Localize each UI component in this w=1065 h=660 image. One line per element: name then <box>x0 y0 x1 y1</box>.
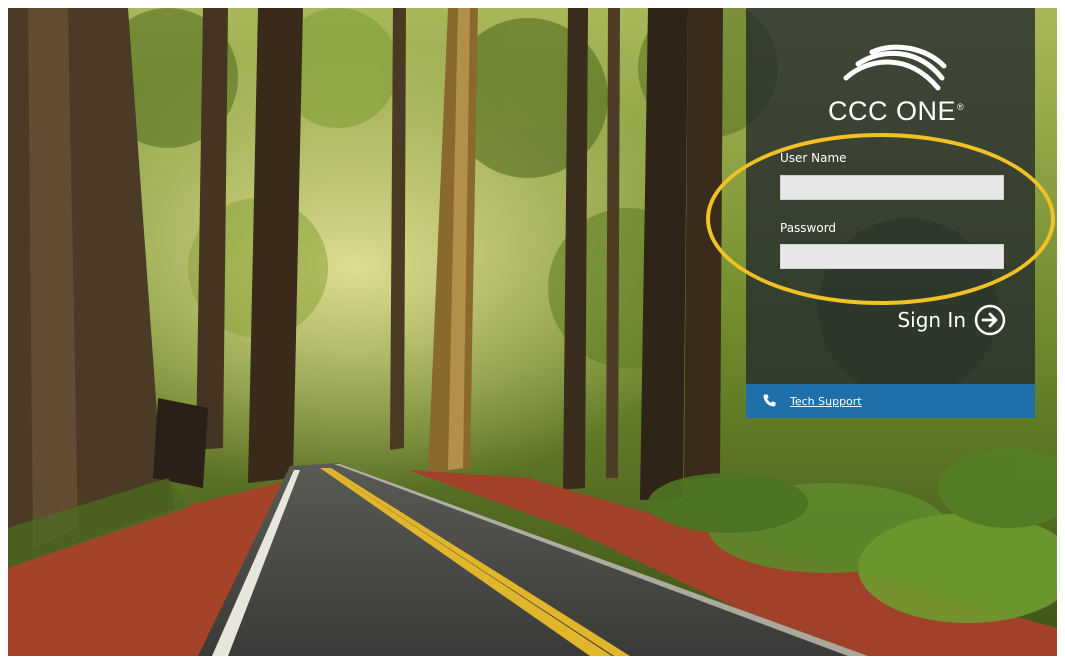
tech-support-bar[interactable]: Tech Support <box>746 384 1035 418</box>
sign-in-label: Sign In <box>897 308 966 332</box>
circled-arrow-right-icon <box>974 304 1006 336</box>
login-screen: CCC ONE® User Name Password Sign In Tech… <box>8 8 1057 656</box>
username-input[interactable] <box>780 175 1004 200</box>
password-label: Password <box>780 221 837 235</box>
phone-icon <box>763 394 776 407</box>
login-panel: CCC ONE® User Name Password Sign In <box>746 8 1035 418</box>
username-label: User Name <box>780 151 847 165</box>
signal-arcs-icon <box>843 44 947 91</box>
registered-mark: ® <box>957 102 965 112</box>
brand-logo: CCC ONE® <box>746 40 1035 130</box>
sign-in-button[interactable]: Sign In <box>896 302 1006 338</box>
password-input[interactable] <box>780 244 1004 269</box>
tech-support-link[interactable]: Tech Support <box>790 395 862 408</box>
brand-name: CCC ONE® <box>828 96 965 126</box>
